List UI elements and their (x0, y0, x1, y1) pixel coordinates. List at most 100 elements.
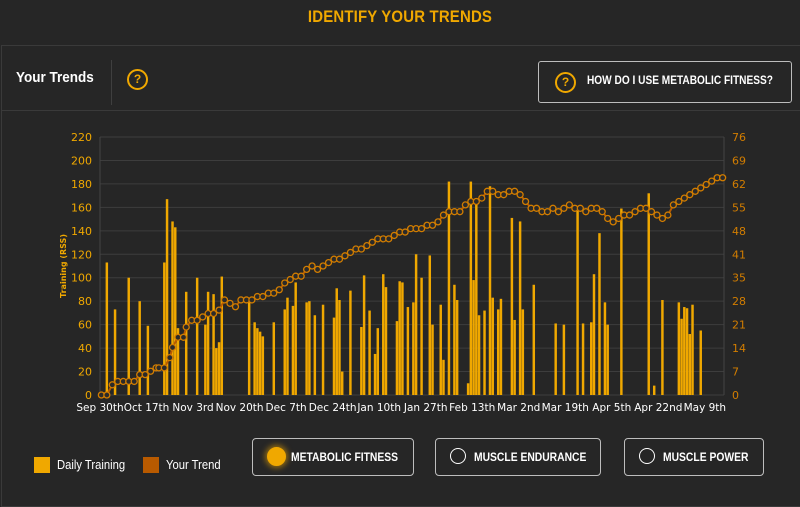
x-tick-label: Apr 22nd (634, 402, 682, 414)
training-bar (455, 300, 459, 395)
y2-tick-label: 35 (732, 272, 746, 285)
training-bar (688, 334, 692, 395)
training-bar (488, 186, 492, 395)
training-bar (491, 297, 494, 395)
training-bar (439, 304, 442, 395)
training-bar (521, 309, 525, 395)
training-bar (414, 254, 418, 395)
training-bar (431, 324, 434, 395)
trend-point (179, 333, 188, 341)
training-bar (420, 277, 423, 395)
training-bar (212, 294, 215, 395)
muscle-endurance-button[interactable]: MUSCLE ENDURANCE (435, 438, 601, 476)
trend-point (664, 211, 672, 219)
trend-point (231, 303, 240, 311)
training-bar (217, 342, 221, 395)
training-bar (661, 300, 664, 395)
training-bar (174, 227, 177, 395)
training-bar (171, 221, 174, 395)
training-bar (685, 308, 689, 395)
training-bar (305, 302, 308, 395)
muscle-power-button[interactable]: MUSCLE POWER (624, 438, 764, 476)
training-bar (496, 309, 500, 395)
training-bar (283, 309, 286, 395)
training-bar (477, 315, 481, 395)
y-tick-label: 140 (71, 225, 92, 238)
training-bar (272, 322, 276, 395)
x-tick-label: Dec 24th (309, 402, 357, 414)
training-bar (349, 290, 352, 395)
metric-label: METABOLIC FITNESS (291, 450, 399, 464)
training-bar (677, 302, 681, 395)
training-bar (412, 302, 415, 395)
x-tick-label: Mar 2nd (497, 402, 540, 414)
trend-point (166, 354, 174, 362)
daily-training-swatch (34, 457, 50, 473)
x-tick-label: May 9th (684, 402, 727, 414)
training-bar (532, 284, 536, 395)
trend-point (168, 343, 177, 352)
x-tick-label: Nov 20th (216, 402, 264, 414)
training-bar (576, 210, 579, 395)
y-tick-label: 80 (78, 295, 92, 308)
trend-point (516, 191, 524, 199)
y2-tick-label: 7 (732, 366, 739, 379)
training-bar (384, 287, 388, 395)
training-bar (680, 318, 683, 395)
training-bar (691, 304, 694, 395)
y-tick-label: 220 (71, 131, 92, 144)
training-bar (590, 322, 593, 395)
y2-tick-label: 14 (732, 342, 746, 355)
x-tick-label: Oct 17th (124, 402, 170, 414)
trend-point (160, 364, 168, 372)
training-bar (321, 304, 325, 395)
training-bar (360, 326, 363, 395)
y-tick-label: 180 (71, 178, 92, 191)
trend-point (434, 218, 442, 226)
training-bar (518, 221, 522, 395)
your-trend-swatch (143, 457, 159, 473)
y2-tick-label: 62 (732, 178, 746, 191)
x-tick-label: Apr 5th (592, 402, 631, 414)
metric-label: MUSCLE POWER (663, 450, 749, 464)
metabolic-fitness-button[interactable]: METABOLIC FITNESS (252, 438, 414, 476)
legend-item-your-trend: Your Trend (143, 457, 227, 473)
training-bar (373, 353, 377, 395)
training-bar (469, 181, 473, 395)
trend-point (478, 194, 486, 202)
training-bar (453, 284, 456, 395)
training-bar (606, 324, 609, 395)
training-bar (195, 277, 199, 395)
training-bar (592, 274, 596, 395)
training-bar (338, 300, 341, 395)
trend-point (718, 174, 727, 182)
y-tick-label: 0 (85, 389, 92, 402)
trend-line (101, 176, 723, 396)
training-bar (291, 305, 295, 395)
x-tick-label: Nov 3rd (172, 402, 213, 414)
x-tick-label: Jan 27th (403, 402, 448, 414)
training-bar (127, 277, 130, 395)
training-bar (146, 325, 150, 395)
training-bar (362, 275, 366, 395)
training-bar (335, 288, 338, 395)
training-bar (428, 255, 432, 395)
radio-unselected-icon (450, 448, 466, 464)
x-tick-label: Mar 19th (542, 402, 589, 414)
training-bar (204, 324, 207, 395)
y-tick-label: 120 (71, 248, 92, 261)
training-bar (513, 319, 516, 395)
trend-point (130, 377, 138, 386)
trend-point (215, 306, 223, 314)
training-bar (332, 317, 336, 395)
legend-label: Your Trend (166, 458, 221, 472)
training-bar (256, 328, 259, 395)
training-bar (184, 291, 188, 395)
training-bar (376, 328, 380, 395)
training-bar (652, 385, 656, 395)
training-bar (261, 336, 265, 395)
training-bar (215, 348, 218, 395)
training-bar (510, 217, 514, 395)
y2-tick-label: 28 (732, 295, 746, 308)
x-tick-label: Feb 13th (449, 402, 495, 414)
